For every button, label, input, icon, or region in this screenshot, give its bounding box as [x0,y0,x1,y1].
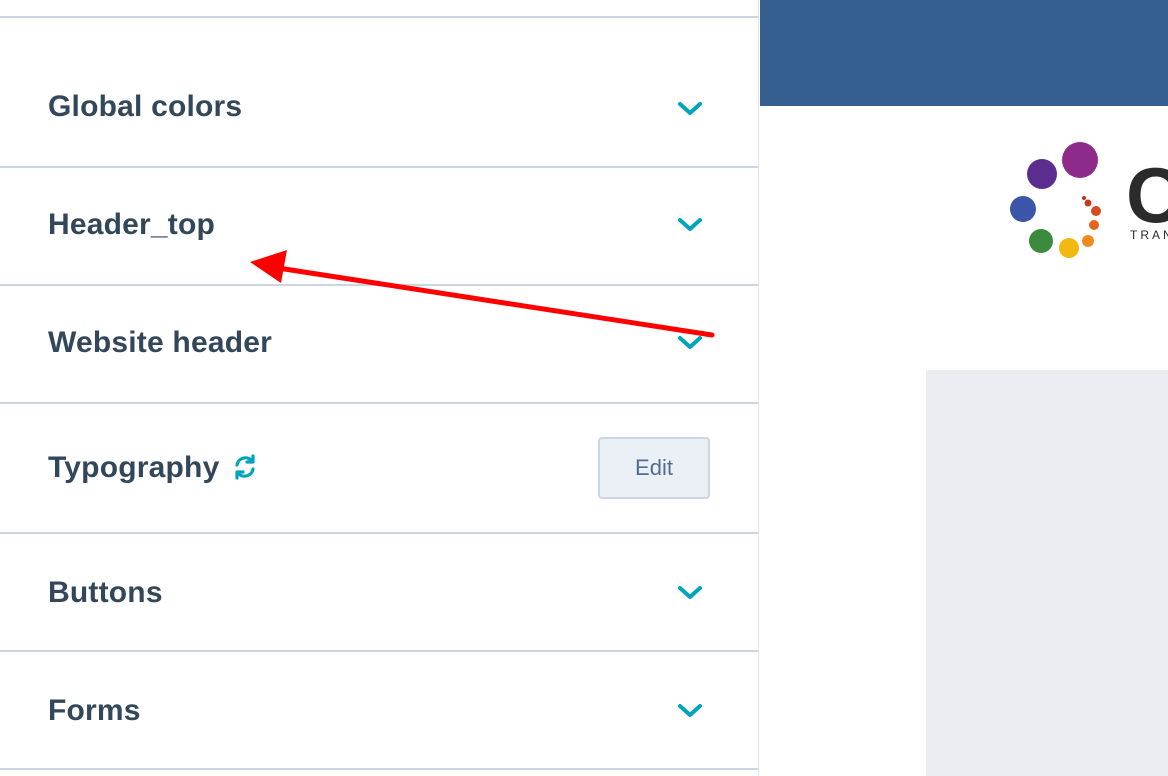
site-preview: C TRAN [760,0,1168,776]
section-label-buttons: Buttons [48,576,163,609]
chevron-down-icon[interactable] [676,100,704,118]
theme-editor: Global colors Header_top Website header … [0,0,1168,776]
chevron-down-icon[interactable] [676,334,704,352]
theme-settings-panel: Global colors Header_top Website header … [0,0,759,776]
section-label-typography: Typography [48,451,220,484]
section-buttons[interactable]: Buttons [0,534,758,652]
typography-edit-button[interactable]: Edit [598,437,710,499]
preview-content-area [926,370,1168,776]
chevron-down-icon[interactable] [676,584,704,602]
section-label-forms: Forms [48,694,141,727]
logo-mark [1010,142,1101,258]
section-header-top[interactable]: Header_top [0,168,758,286]
sync-icon[interactable] [232,454,258,480]
section-label-global-colors: Global colors [48,90,243,123]
section-label-header-top: Header_top [48,208,216,241]
preview-header-top-bar [760,0,1168,106]
chevron-down-icon[interactable] [676,702,704,720]
section-website-header[interactable]: Website header [0,286,758,404]
logo-wordmark: C [1126,151,1168,239]
logo-tagline: TRAN [1130,228,1168,242]
section-label-website-header: Website header [48,326,272,359]
section-global-colors[interactable]: Global colors [0,18,758,168]
chevron-down-icon[interactable] [676,216,704,234]
section-forms[interactable]: Forms [0,652,758,770]
section-typography: Typography Edit [0,404,758,534]
